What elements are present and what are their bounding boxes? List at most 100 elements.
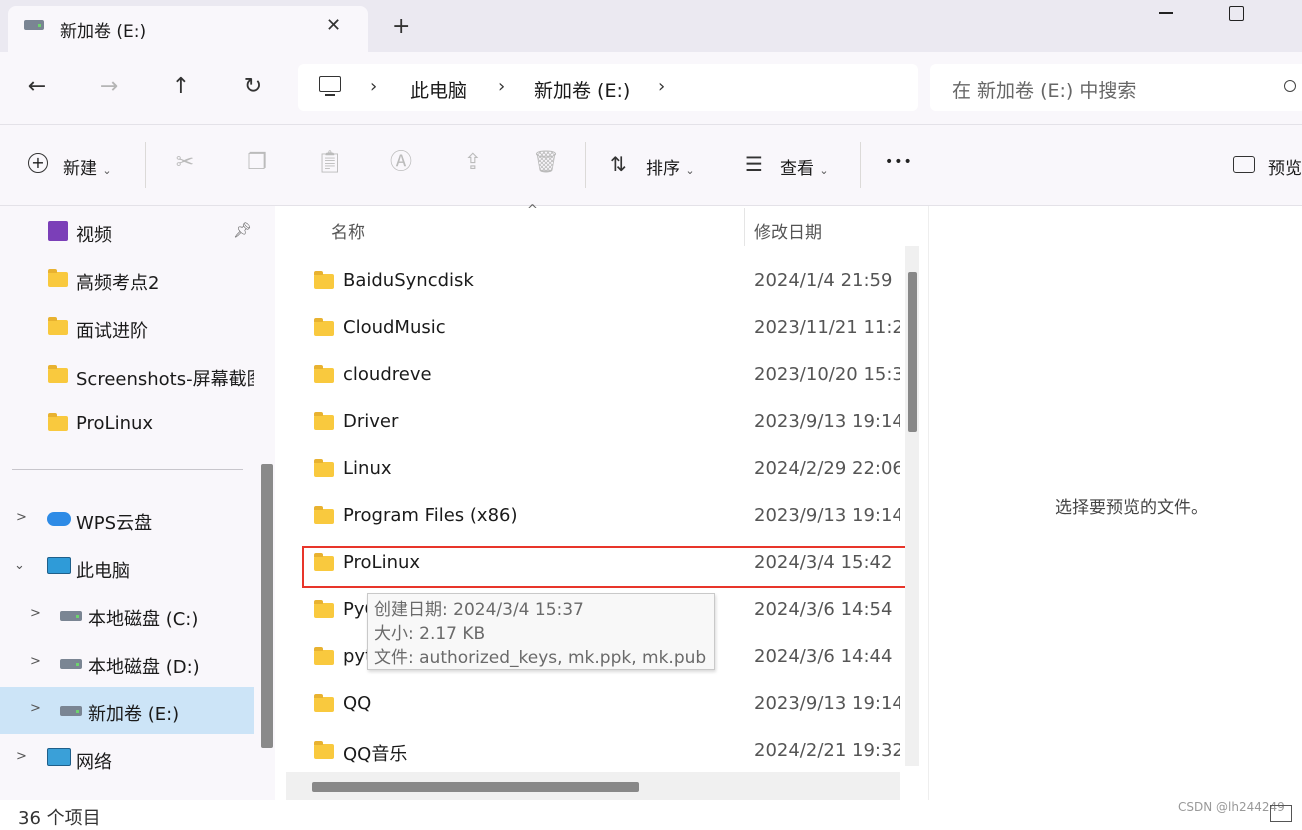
folder-icon (48, 269, 68, 287)
column-divider[interactable] (744, 208, 745, 246)
file-date: 2024/3/6 14:54 (754, 599, 893, 620)
drive-icon (24, 20, 44, 30)
table-row[interactable]: BaiduSyncdisk 2024/1/4 21:59 (290, 258, 902, 305)
delete-icon[interactable]: 🗑︎ (532, 150, 560, 176)
chevron-right-icon[interactable]: > (30, 654, 41, 669)
rename-icon[interactable]: Ⓐ (388, 150, 414, 176)
folder-icon (48, 365, 68, 383)
chevron-down-icon[interactable]: ⌄ (14, 558, 25, 573)
file-name: Linux (343, 458, 392, 479)
watermark: CSDN @lh244249 (1178, 800, 1285, 814)
folder-info-tooltip: 创建日期: 2024/3/4 15:37 大小: 2.17 KB 文件: aut… (367, 593, 715, 670)
view-button[interactable]: 查看 ⌄ (780, 154, 829, 179)
sidebar-item-label: ProLinux (76, 413, 154, 434)
tab-close-button[interactable]: ✕ (326, 15, 341, 36)
paste-icon[interactable]: 📋︎ (316, 150, 344, 176)
more-options-button[interactable]: ••• (885, 154, 913, 170)
new-plus-icon[interactable]: + (28, 153, 48, 173)
file-date: 2024/2/21 19:32 (754, 740, 900, 761)
preview-button[interactable]: 预览 (1268, 154, 1302, 179)
sidebar-item-wps-cloud[interactable]: > WPS云盘 (0, 496, 254, 543)
table-row[interactable]: Linux 2024/2/29 22:06 (290, 446, 902, 493)
sidebar-item-prolinux[interactable]: ProLinux (0, 400, 254, 447)
chevron-right-icon[interactable]: > (16, 749, 27, 764)
folder-icon (314, 647, 334, 665)
chevron-right-icon[interactable]: > (16, 510, 27, 525)
file-name: CloudMusic (343, 317, 446, 338)
sidebar-item-drive-d[interactable]: > 本地磁盘 (D:) (0, 640, 254, 687)
sidebar-divider (12, 469, 243, 470)
sidebar-item-label: WPS云盘 (76, 513, 153, 534)
column-header-date[interactable]: 修改日期 (754, 218, 822, 243)
breadcrumb-separator[interactable]: › (370, 76, 377, 97)
share-icon[interactable]: ⇪ (460, 150, 486, 176)
maximize-button[interactable] (1229, 6, 1244, 21)
sidebar-item-gaopin[interactable]: 高频考点2 (0, 256, 254, 303)
tooltip-size: 大小: 2.17 KB (374, 624, 486, 644)
sidebar-item-label: 高频考点2 (76, 273, 160, 294)
file-name: QQ (343, 693, 372, 714)
folder-icon (314, 318, 334, 336)
toolbar-divider (860, 142, 861, 188)
table-row[interactable]: cloudreve 2023/10/20 15:3 (290, 352, 902, 399)
sidebar-item-label: 本地磁盘 (D:) (88, 657, 200, 678)
sidebar-item-drive-c[interactable]: > 本地磁盘 (C:) (0, 592, 254, 639)
table-row[interactable]: QQ 2023/9/13 19:14 (290, 681, 902, 728)
video-folder-icon (48, 221, 68, 241)
new-tab-button[interactable]: + (392, 14, 410, 39)
file-name: cloudreve (343, 364, 432, 385)
table-row[interactable]: Program Files (x86) 2023/9/13 19:14 (290, 493, 902, 540)
cut-icon[interactable]: ✂ (172, 150, 198, 176)
sidebar-item-label: 本地磁盘 (C:) (88, 609, 199, 630)
folder-icon (314, 694, 334, 712)
drive-icon (60, 659, 82, 669)
search-icon[interactable] (1284, 80, 1296, 92)
vertical-scroll-thumb[interactable] (908, 272, 917, 432)
column-header-name[interactable]: 名称 (331, 218, 365, 243)
breadcrumb-separator[interactable]: › (498, 76, 505, 97)
chevron-right-icon[interactable]: > (30, 701, 41, 716)
folder-icon (314, 412, 334, 430)
forward-button[interactable]: → (94, 74, 124, 99)
breadcrumb-separator[interactable]: › (658, 76, 665, 97)
item-count: 36 个项目 (18, 808, 101, 829)
file-name: BaiduSyncdisk (343, 270, 474, 291)
sidebar-item-network[interactable]: > 网络 (0, 735, 254, 782)
copy-icon[interactable]: ❐ (244, 150, 270, 176)
back-button[interactable]: ← (22, 74, 52, 99)
sidebar-item-label: 此电脑 (76, 561, 130, 582)
pin-icon[interactable]: 📌︎ (233, 221, 252, 239)
highlight-annotation (302, 546, 918, 588)
folder-icon (314, 506, 334, 524)
folder-icon (314, 271, 334, 289)
sort-button[interactable]: 排序 ⌄ (646, 154, 695, 179)
sidebar-item-videos[interactable]: 视频 📌︎ (0, 208, 254, 255)
breadcrumb-volume-e[interactable]: 新加卷 (E:) (534, 76, 630, 103)
cloud-icon (47, 512, 71, 526)
sidebar-item-mianshi[interactable]: 面试进阶 (0, 304, 254, 351)
tooltip-files: 文件: authorized_keys, mk.ppk, mk.pub (374, 648, 707, 668)
sidebar-item-label: 网络 (76, 752, 112, 773)
sidebar-item-this-pc[interactable]: ⌄ 此电脑 (0, 544, 254, 591)
minimize-button[interactable] (1156, 0, 1178, 20)
details-view-icon[interactable] (1270, 805, 1292, 822)
sidebar-item-screenshots[interactable]: Screenshots-屏幕截图 (0, 352, 254, 399)
preview-pane-icon[interactable] (1233, 156, 1255, 173)
file-name: Program Files (x86) (343, 505, 518, 526)
table-row[interactable]: QQ音乐 2024/2/21 19:32 (290, 728, 902, 775)
table-row[interactable]: Driver 2023/9/13 19:14 (290, 399, 902, 446)
table-row[interactable]: CloudMusic 2023/11/21 11:2 (290, 305, 902, 352)
new-button[interactable]: 新建 ⌄ (63, 154, 112, 179)
horizontal-scroll-thumb[interactable] (312, 782, 639, 792)
chevron-right-icon[interactable]: > (30, 606, 41, 621)
sidebar-item-drive-e[interactable]: > 新加卷 (E:) (0, 687, 254, 734)
search-input[interactable]: 在 新加卷 (E:) 中搜索 (952, 76, 1136, 103)
sort-ascending-icon: ^ (527, 203, 538, 218)
sort-icon[interactable]: ⇅ (610, 152, 627, 176)
up-button[interactable]: ↑ (166, 74, 196, 99)
view-icon[interactable]: ☰ (745, 152, 763, 176)
network-icon (47, 748, 71, 766)
refresh-button[interactable]: ↻ (238, 74, 268, 99)
sidebar-scrollbar[interactable] (261, 464, 273, 748)
breadcrumb-this-pc[interactable]: 此电脑 (410, 76, 467, 103)
